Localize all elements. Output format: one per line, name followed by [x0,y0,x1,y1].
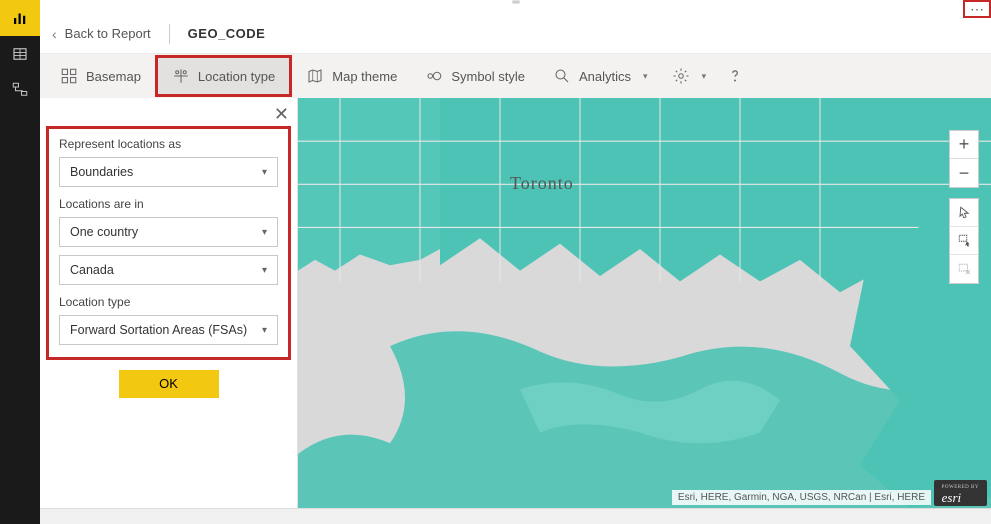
chevron-down-icon: ▾ [643,71,648,82]
location-type-label: Location type [198,69,275,84]
select-value: Boundaries [70,165,133,179]
nav-model-view[interactable] [0,72,40,108]
basemap-label: Basemap [86,69,141,84]
esri-brand-label: esri [942,490,962,505]
breadcrumb: ‹ Back to Report GEO_CODE [40,14,991,54]
rectangle-select-icon [957,233,972,248]
location-type-icon [172,67,190,85]
bar-chart-icon [11,9,29,27]
settings-button[interactable]: ▾ [662,54,717,98]
map-toolbar: Basemap Location type Map theme Symbol s… [40,54,991,98]
minus-icon: − [959,163,970,184]
symbol-style-icon [425,67,443,85]
chevron-down-icon: ▾ [262,325,267,336]
analytics-label: Analytics [579,69,631,84]
help-icon [726,67,744,85]
nav-rail [0,0,40,524]
chevron-left-icon: ‹ [52,26,57,42]
locations-in-select[interactable]: One country ▾ [59,217,278,247]
gear-icon [672,67,690,85]
location-type-panel: ✕ Represent locations as Boundaries ▾ Lo… [40,98,298,508]
table-icon [11,45,29,63]
model-icon [11,81,29,99]
ok-button[interactable]: OK [119,370,219,398]
horizontal-scrollbar[interactable] [40,508,991,524]
nav-data-view[interactable] [0,36,40,72]
map-theme-icon [306,67,324,85]
ellipsis-icon: ⋯ [970,2,984,16]
pointer-icon [957,205,972,220]
map-attribution: Esri, HERE, Garmin, NGA, USGS, NRCan | E… [672,490,931,505]
map-theme-button[interactable]: Map theme [292,54,411,98]
chevron-down-icon: ▾ [702,71,707,82]
location-type-select[interactable]: Forward Sortation Areas (FSAs) ▾ [59,315,278,345]
represent-locations-label: Represent locations as [59,137,278,151]
basemap-icon [60,67,78,85]
back-to-report-link[interactable]: ‹ Back to Report [52,26,151,42]
back-label: Back to Report [65,26,151,41]
locations-in-label: Locations are in [59,197,278,211]
country-select[interactable]: Canada ▾ [59,255,278,285]
pointer-tool-button[interactable] [950,199,978,227]
map-theme-label: Map theme [332,69,397,84]
chevron-down-icon: ▾ [262,227,267,238]
drag-handle-icon[interactable]: ═ [503,1,529,5]
clear-selection-icon [957,262,972,277]
city-label: Toronto [510,173,574,194]
clear-selection-button[interactable] [950,255,978,283]
select-tool-control [949,198,979,284]
close-panel-button[interactable]: ✕ [274,104,289,125]
nav-report-view[interactable] [0,0,40,36]
select-value: Canada [70,263,114,277]
symbol-style-button[interactable]: Symbol style [411,54,539,98]
zoom-control: + − [949,130,979,188]
analytics-button[interactable]: Analytics ▾ [539,54,662,98]
chevron-down-icon: ▾ [262,167,267,178]
symbol-style-label: Symbol style [451,69,525,84]
analytics-icon [553,67,571,85]
breadcrumb-divider [169,24,170,44]
location-type-button[interactable]: Location type [155,55,292,97]
more-options-button[interactable]: ⋯ [963,0,991,18]
help-button[interactable] [716,54,754,98]
map-canvas-region: Toronto ✕ Represent locations as Boundar… [40,98,991,508]
basemap-button[interactable]: Basemap [46,54,155,98]
close-icon: ✕ [274,104,289,124]
zoom-out-button[interactable]: − [950,159,978,187]
chevron-down-icon: ▾ [262,265,267,276]
esri-logo: POWERED BY esri [934,480,987,506]
select-value: One country [70,225,138,239]
plus-icon: + [959,134,970,155]
page-title: GEO_CODE [188,26,266,41]
select-value: Forward Sortation Areas (FSAs) [70,323,247,337]
location-type-field-label: Location type [59,295,278,309]
panel-highlight-region: Represent locations as Boundaries ▾ Loca… [46,126,291,360]
represent-locations-select[interactable]: Boundaries ▾ [59,157,278,187]
rectangle-select-button[interactable] [950,227,978,255]
zoom-in-button[interactable]: + [950,131,978,159]
